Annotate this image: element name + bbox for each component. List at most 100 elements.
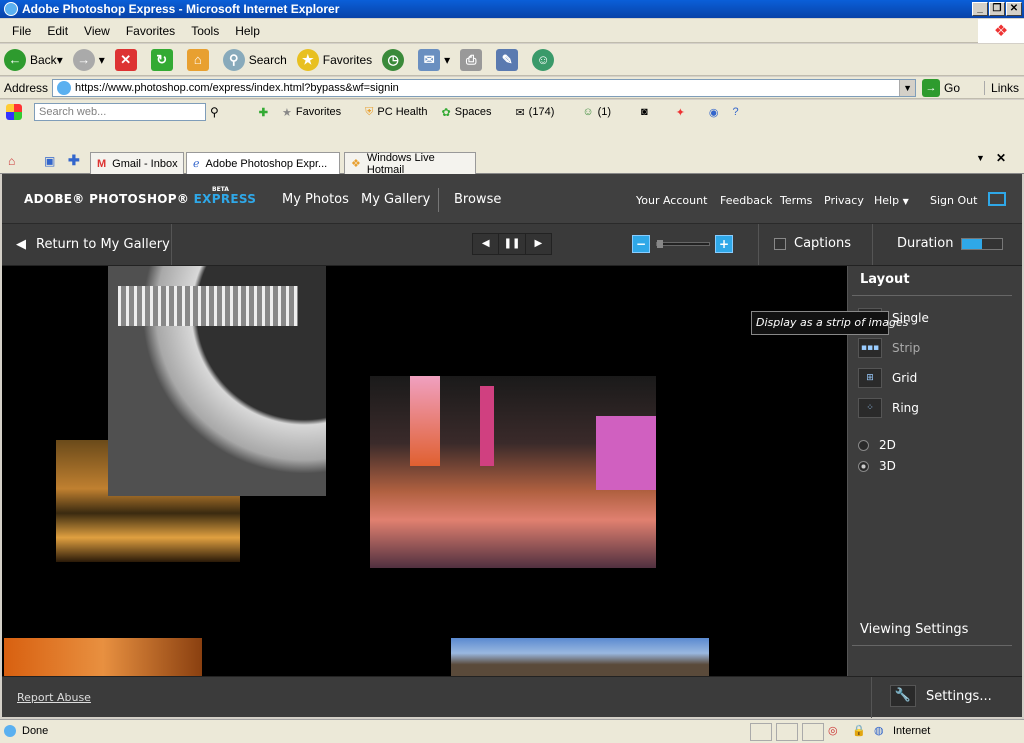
- msn-logo-icon[interactable]: [6, 104, 22, 120]
- zoom-slider-thumb[interactable]: [657, 240, 663, 248]
- tab-list-icon[interactable]: ▼: [976, 153, 985, 163]
- previous-icon[interactable]: ◀: [473, 234, 500, 254]
- captions-checkbox[interactable]: [774, 237, 786, 250]
- new-tab-icon[interactable]: ✚: [68, 152, 80, 169]
- layout-grid[interactable]: ⊞ Grid: [858, 368, 917, 388]
- add-icon[interactable]: ✚: [259, 106, 268, 119]
- photo-architecture[interactable]: [108, 266, 326, 496]
- duration-meter[interactable]: [961, 237, 1004, 250]
- viewing-settings-heading[interactable]: Viewing Settings: [860, 622, 968, 637]
- live-toolbar: Search web... ⚲ ✚ ★ Favorites ⛨ PC Health …: [0, 100, 1024, 124]
- slideshow-canvas[interactable]: [2, 266, 847, 676]
- radio-3d[interactable]: [858, 460, 869, 472]
- mail-button[interactable]: ✉ ▾: [418, 48, 450, 71]
- settings-button[interactable]: 🔧 Settings...: [890, 685, 992, 707]
- mode-3d[interactable]: 3D: [858, 459, 896, 473]
- menu-tools[interactable]: Tools: [183, 24, 227, 38]
- photo-orange[interactable]: [4, 638, 202, 676]
- menu-help[interactable]: Help: [227, 24, 268, 38]
- links-button[interactable]: Links: [984, 80, 1019, 95]
- menu-edit[interactable]: Edit: [39, 24, 76, 38]
- favorites-button[interactable]: ★ Favorites: [296, 48, 372, 71]
- zoom-slider[interactable]: [656, 240, 710, 248]
- messenger-button[interactable]: ☺: [532, 48, 558, 71]
- home-tab-icon[interactable]: ⌂: [8, 154, 15, 168]
- tab-gmail[interactable]: M Gmail - Inbox: [90, 152, 184, 174]
- radio-2d[interactable]: [858, 439, 869, 451]
- lock-icon[interactable]: 🔒: [852, 724, 866, 737]
- app-logo[interactable]: ADOBE® PHOTOSHOP® EXPRESS: [24, 192, 256, 206]
- address-input[interactable]: https://www.photoshop.com/express/index.…: [52, 78, 917, 97]
- rss-icon[interactable]: ◙: [641, 106, 648, 118]
- history-button[interactable]: ◷: [382, 48, 408, 71]
- captions-toggle[interactable]: Captions: [774, 236, 851, 251]
- next-icon[interactable]: ▶: [526, 234, 551, 254]
- pause-icon[interactable]: ❚❚: [499, 234, 526, 254]
- sign-out-link[interactable]: Sign Out: [930, 194, 977, 207]
- privacy-link[interactable]: Privacy: [824, 194, 864, 207]
- layout-strip[interactable]: ▪▪▪ Strip: [858, 338, 920, 358]
- divider: [758, 224, 759, 265]
- toolbar-spacer: [0, 124, 1024, 148]
- edit-button[interactable]: ✎: [496, 48, 522, 71]
- web-search-input[interactable]: Search web...: [34, 103, 206, 121]
- spaces-button[interactable]: ✿ Spaces: [442, 106, 492, 119]
- zoom-in-icon[interactable]: +: [715, 235, 733, 253]
- duration-control[interactable]: Duration: [897, 236, 1004, 251]
- messenger-icon: ☺: [532, 48, 555, 71]
- search-icon: ⚲: [222, 48, 245, 71]
- pc-health-button[interactable]: ⛨ PC Health: [365, 106, 427, 119]
- photo-city-night[interactable]: [370, 376, 656, 568]
- photo-landscape[interactable]: [451, 638, 709, 676]
- maximize-button[interactable]: ❐: [989, 2, 1005, 16]
- menu-file[interactable]: File: [4, 24, 39, 38]
- quick-tabs-icon[interactable]: ▣: [44, 154, 55, 168]
- zoom-out-icon[interactable]: −: [632, 235, 650, 253]
- help-menu[interactable]: Help ▼: [874, 194, 909, 207]
- onecare-icon[interactable]: ◉: [709, 106, 719, 119]
- app-footer: Report Abuse 🔧 Settings...: [2, 676, 1022, 718]
- nav-my-gallery[interactable]: My Gallery: [361, 192, 430, 207]
- security-zone: Internet: [893, 725, 931, 737]
- menu-view[interactable]: View: [76, 24, 118, 38]
- nav-browse[interactable]: Browse: [454, 192, 501, 207]
- layout-ring[interactable]: ⁘ Ring: [858, 398, 919, 418]
- forward-arrow-icon: →: [72, 48, 95, 71]
- return-to-gallery-button[interactable]: ◀ Return to My Gallery: [2, 224, 172, 265]
- search-go-icon[interactable]: ⚲: [210, 105, 219, 119]
- forward-button[interactable]: → ▾: [72, 48, 105, 71]
- grid-layout-icon: ⊞: [858, 368, 882, 388]
- address-dropdown-icon[interactable]: ▼: [899, 79, 916, 96]
- terms-link[interactable]: Terms: [780, 194, 812, 207]
- nav-my-photos[interactable]: My Photos: [282, 192, 349, 207]
- butterfly-icon[interactable]: ✦: [676, 106, 685, 119]
- print-button[interactable]: ⎙: [460, 48, 486, 71]
- mode-2d[interactable]: 2D: [858, 438, 896, 452]
- go-button[interactable]: → Go: [922, 78, 960, 97]
- close-tab-icon[interactable]: ✕: [996, 151, 1006, 165]
- live-favorites-button[interactable]: ★ Favorites: [282, 106, 341, 119]
- menu-favorites[interactable]: Favorites: [118, 24, 183, 38]
- refresh-button[interactable]: ↻: [150, 48, 177, 71]
- help-icon[interactable]: ?: [733, 106, 739, 118]
- mail-count-button[interactable]: ✉ (174): [515, 106, 554, 119]
- minimize-button[interactable]: _: [972, 2, 988, 16]
- contacts-icon: ☺: [582, 106, 594, 118]
- home-button[interactable]: ⌂: [186, 48, 213, 71]
- layout-title: Layout: [860, 272, 910, 287]
- tab-hotmail[interactable]: ❖ Windows Live Hotmail: [344, 152, 476, 176]
- stop-button[interactable]: ✕: [114, 48, 141, 71]
- photoshop-express-app: ADOBE® PHOTOSHOP® EXPRESS BETA My Photos…: [2, 174, 1022, 718]
- gmail-icon: M: [97, 157, 107, 170]
- close-button[interactable]: ✕: [1006, 2, 1022, 16]
- search-button[interactable]: ⚲ Search: [222, 48, 287, 71]
- your-account-link[interactable]: Your Account: [636, 194, 707, 207]
- fullscreen-icon[interactable]: [988, 192, 1006, 206]
- contacts-button[interactable]: ☺ (1): [582, 106, 611, 118]
- star-icon: ★: [296, 48, 319, 71]
- feedback-link[interactable]: Feedback: [720, 194, 772, 207]
- tab-photoshop-express[interactable]: ℯ Adobe Photoshop Expr...: [186, 152, 340, 174]
- report-abuse-link[interactable]: Report Abuse: [17, 691, 91, 704]
- privacy-icon[interactable]: ◎: [828, 724, 838, 737]
- back-button[interactable]: ← Back ▾: [4, 48, 63, 71]
